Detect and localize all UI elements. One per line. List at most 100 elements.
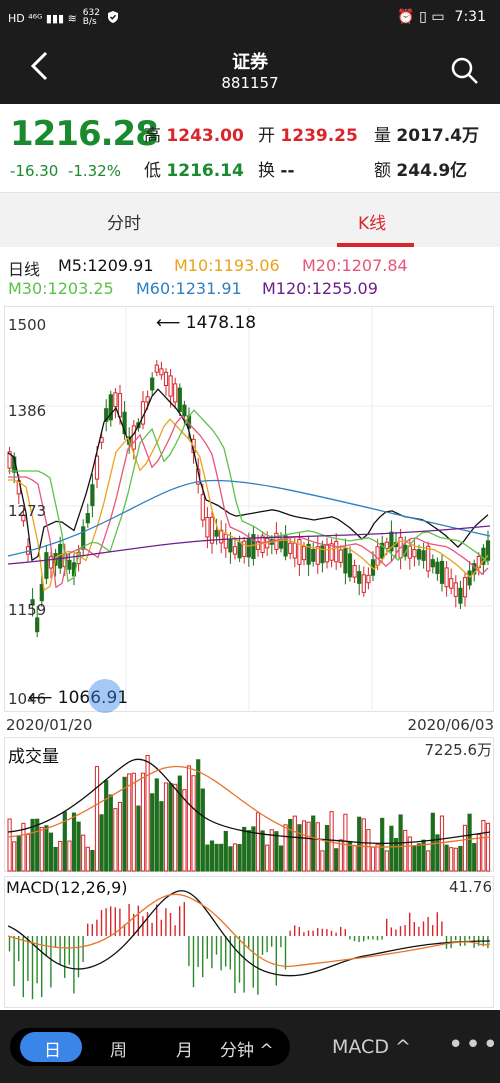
candle-body <box>246 537 251 558</box>
volume-bar <box>311 815 316 872</box>
volume-bar <box>343 813 348 872</box>
volume-bar <box>301 820 307 872</box>
kline-canvas <box>4 306 494 712</box>
volume-bar <box>113 808 118 872</box>
y-label-top: 1500 <box>8 316 47 334</box>
indicator-selector[interactable]: MACD ^ <box>332 1036 411 1058</box>
volume-bar <box>366 829 371 872</box>
volume-bar <box>67 840 72 872</box>
volume-bar <box>191 775 196 872</box>
volume-bar <box>334 848 339 872</box>
candle-body <box>458 587 463 604</box>
volume-bar <box>182 789 187 872</box>
volume-bar <box>444 844 449 872</box>
kline-chart[interactable] <box>4 306 494 712</box>
candle-body <box>444 567 449 588</box>
last-price: 1216.28 <box>10 114 159 154</box>
volume-bar <box>255 812 261 872</box>
volume-bar <box>426 850 431 872</box>
candle-body <box>209 516 215 544</box>
candle-body <box>324 543 330 563</box>
volume-bar <box>131 772 136 872</box>
candle-body <box>449 578 454 589</box>
volume-bar <box>219 843 224 872</box>
volume-bar <box>384 850 389 872</box>
volume-bar <box>214 843 219 872</box>
volume-bar <box>370 846 376 872</box>
legend-period[interactable]: 日线 <box>8 256 40 280</box>
candle-body <box>292 542 297 559</box>
arrow-left-icon: ⟵ <box>28 688 53 708</box>
app-header: 证券 881157 <box>0 38 500 104</box>
candle-body <box>237 541 242 559</box>
candle-body <box>430 559 435 568</box>
candle-body <box>90 484 95 507</box>
candle-body <box>150 377 155 391</box>
volume-bar <box>462 824 468 872</box>
status-bar: HD ⁴⁶ᴳ ▮▮▮ ≋ 632 B/s ⏰ ▯ ▭ 7:31 <box>0 0 500 38</box>
volume-bar <box>288 818 293 872</box>
quote-panel: 1216.28 -16.30 -1.32% 高 1243.00 低 1216.1… <box>0 104 500 192</box>
period-minute[interactable]: 分钟 ^ <box>220 1036 274 1061</box>
period-month[interactable]: 月 <box>176 1036 193 1061</box>
candle-body <box>384 541 389 549</box>
candle-body <box>416 549 422 560</box>
volume-bar <box>104 780 109 872</box>
stock-code: 881157 <box>221 74 279 92</box>
volume-bar <box>228 846 233 872</box>
crosshair-handle[interactable] <box>88 679 122 713</box>
y-label-3: 1273 <box>8 502 47 520</box>
volume-bar <box>375 844 380 872</box>
volume-chart[interactable] <box>4 737 494 872</box>
volume-bar <box>481 819 486 872</box>
candle-body <box>145 396 150 403</box>
candle-body <box>426 545 431 572</box>
volume-bar <box>200 788 205 872</box>
candle-body <box>159 368 164 376</box>
candle-body <box>412 549 417 558</box>
search-button[interactable] <box>450 56 480 86</box>
max-price-marker: ⟵ 1478.18 <box>156 313 257 333</box>
tab-kline[interactable]: K线 <box>358 209 386 234</box>
legend-ma20: M20:1207.84 <box>302 256 408 275</box>
volume-canvas <box>4 737 494 872</box>
candle-body <box>439 560 445 584</box>
volume-bar <box>94 766 100 872</box>
volume-bar <box>232 843 238 872</box>
period-day[interactable]: 日 <box>44 1036 61 1061</box>
candle-body <box>453 582 458 597</box>
candle-body <box>173 383 178 403</box>
volume-bar <box>472 843 477 872</box>
volume-bar <box>58 840 63 872</box>
more-button[interactable]: ••• <box>448 1030 500 1060</box>
volume-bar <box>196 759 201 872</box>
volume-bar <box>416 843 422 872</box>
price-change: -16.30 -1.32% <box>10 162 121 180</box>
volume-bar <box>205 844 210 872</box>
candle-body <box>228 539 233 553</box>
volume-bar <box>44 825 49 872</box>
candle-body <box>311 549 316 562</box>
period-selector: 日 周 月 分钟 ^ <box>10 1028 290 1066</box>
volume-bar <box>283 824 288 872</box>
ma5-line <box>7 388 489 562</box>
legend-ma10: M10:1193.06 <box>174 256 280 275</box>
end-date: 2020/06/03 <box>407 716 494 734</box>
period-week[interactable]: 周 <box>110 1036 127 1061</box>
arrow-left-icon: ⟵ <box>156 313 181 333</box>
volume-bar <box>265 844 270 872</box>
volume-bar <box>260 830 265 872</box>
volume-field: 量 2017.4万 <box>374 126 480 146</box>
candle-body <box>223 533 228 549</box>
candle-body <box>85 513 90 524</box>
candle-body <box>338 549 343 563</box>
volume-bar <box>39 826 44 872</box>
tab-intraday[interactable]: 分时 <box>107 209 141 234</box>
candle-body <box>467 570 472 586</box>
candle-body <box>232 546 238 555</box>
volume-bar <box>25 833 31 872</box>
open-field: 开 1239.25 <box>258 126 358 146</box>
volume-bar <box>108 794 113 872</box>
candle-body <box>131 425 136 450</box>
volume-bar <box>186 765 192 872</box>
